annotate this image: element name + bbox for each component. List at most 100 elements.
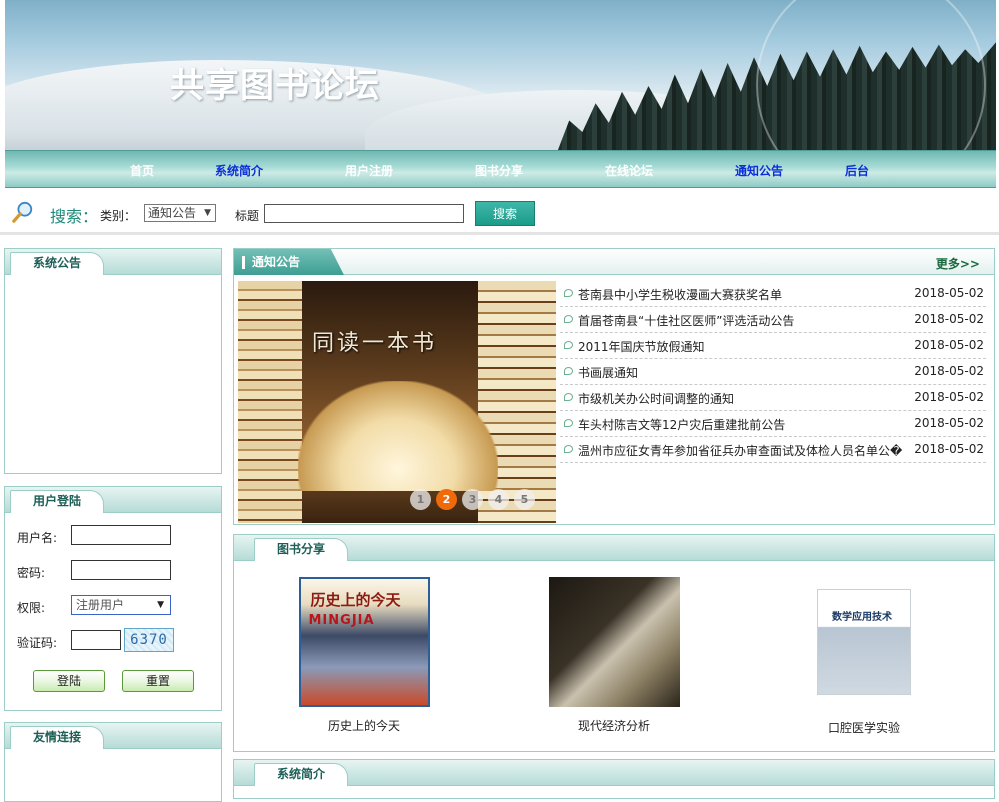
banner-swirl [756,0,986,150]
captcha-image[interactable]: 6370 [124,628,174,652]
book-cover[interactable]: 历史上的今天 MINGJIA [298,577,430,707]
system-intro-panel: 系统简介 [233,759,995,799]
speech-bubble-icon [564,341,573,349]
speech-bubble-icon [564,445,573,453]
more-link[interactable]: 更多>> [936,255,980,272]
category-select-value: 通知公告 [148,206,197,220]
slider-page-4[interactable]: 4 [488,489,509,510]
panel-title: 系统公告 [10,252,105,275]
panel-title: 通知公告 [234,249,344,275]
nav-book-share[interactable]: 图书分享 [475,162,523,179]
notice-title[interactable]: 温州市应征女青年参加省征兵办审查面试及体检人员名单公� [578,442,912,459]
panel-header: 系统简介 [234,760,994,786]
list-item: 苍南县中小学生税收漫画大赛获奖名单 2018-05-02 [560,281,986,307]
notice-title[interactable]: 市级机关办公时间调整的通知 [578,390,912,407]
notice-title[interactable]: 车头村陈吉文等12户灾后重建批前公告 [578,416,912,433]
panel-title: 用户登陆 [10,490,105,513]
reset-button[interactable]: 重置 [122,670,194,692]
site-title: 共享图书论坛 [170,66,380,106]
slider-bookshelf-left [238,281,302,523]
slider-open-book [298,381,498,491]
username-input[interactable] [71,525,171,545]
notice-date: 2018-05-02 [914,286,984,300]
notice-date: 2018-05-02 [914,312,984,326]
slider-page-2[interactable]: 2 [436,489,457,510]
nav-admin[interactable]: 后台 [845,162,869,179]
list-item: 首届苍南县“十佳社区医师”评选活动公告 2018-05-02 [560,307,986,333]
panel-title: 友情连接 [10,726,105,749]
slider-page-3[interactable]: 3 [462,489,483,510]
book-card[interactable]: 现代经济分析 [524,577,704,734]
panel-header: 图书分享 [234,535,994,561]
friend-links-panel: 友情连接 [4,722,222,802]
speech-bubble-icon [564,315,573,323]
notice-title[interactable]: 首届苍南县“十佳社区医师”评选活动公告 [578,312,912,329]
list-item: 车头村陈吉文等12户灾后重建批前公告 2018-05-02 [560,411,986,437]
book-cover[interactable]: 数学应用技术 [817,589,911,695]
book-card[interactable]: 历史上的今天 MINGJIA 历史上的今天 [274,577,454,734]
password-label: 密码: [17,566,46,580]
notice-title[interactable]: 书画展通知 [578,364,912,381]
login-panel: 用户登陆 用户名: 密码: 权限: 注册用户 ▼ 验证码: 6370 登陆 重置 [4,486,222,711]
book-name[interactable]: 口腔医学实验 [774,719,954,736]
speech-bubble-icon [564,367,573,375]
nav-register[interactable]: 用户注册 [345,162,393,179]
role-label: 权限: [17,601,46,615]
cover-title: 数学应用技术 [832,612,892,623]
cover-title: 历史上的今天 [310,591,401,609]
notice-date: 2018-05-02 [914,390,984,404]
notice-title[interactable]: 2011年国庆节放假通知 [578,338,912,355]
title-label: 标题 [235,209,260,223]
book-share-panel: 图书分享 历史上的今天 MINGJIA 历史上的今天 现代经济分析 数学应用技术… [233,534,995,752]
slider-page-5[interactable]: 5 [514,489,535,510]
chevron-down-icon: ▼ [204,208,211,218]
search-label: 搜索： [50,207,99,226]
book-cover[interactable] [548,577,680,707]
system-notice-panel: 系统公告 [4,248,222,474]
list-item: 温州市应征女青年参加省征兵办审查面试及体检人员名单公� 2018-05-02 [560,437,986,463]
speech-bubble-icon [564,393,573,401]
list-item: 2011年国庆节放假通知 2018-05-02 [560,333,986,359]
login-button[interactable]: 登陆 [33,670,105,692]
category-select[interactable]: 通知公告 ▼ [144,204,216,222]
main-nav: 首页 系统简介 用户注册 图书分享 在线论坛 通知公告 后台 [5,150,996,188]
notice-date: 2018-05-02 [914,338,984,352]
chevron-down-icon: ▼ [157,600,164,610]
book-name[interactable]: 现代经济分析 [524,717,704,734]
panel-header: 友情连接 [5,723,221,749]
list-item: 书画展通知 2018-05-02 [560,359,986,385]
captcha-input[interactable] [71,630,121,650]
slider-caption: 同读一本书 [312,331,438,356]
title-search-input[interactable] [264,204,464,223]
site-banner: 共享图书论坛 [5,0,996,150]
notice-date: 2018-05-02 [914,442,984,456]
notice-title[interactable]: 苍南县中小学生税收漫画大赛获奖名单 [578,286,912,303]
role-select-value: 注册用户 [76,598,125,612]
magnifier-icon [12,201,33,223]
slider-pagination: 12345 [410,489,540,510]
password-input[interactable] [71,560,171,580]
notice-list: 苍南县中小学生税收漫画大赛获奖名单 2018-05-02 首届苍南县“十佳社区医… [560,281,986,463]
book-name[interactable]: 历史上的今天 [274,717,454,734]
panel-header: 系统公告 [5,249,221,275]
panel-header: 用户登陆 [5,487,221,513]
notice-date: 2018-05-02 [914,416,984,430]
search-button[interactable]: 搜索 [475,201,535,226]
role-select[interactable]: 注册用户 ▼ [71,595,171,615]
nav-notices[interactable]: 通知公告 [735,162,783,179]
captcha-label: 验证码: [17,636,58,650]
speech-bubble-icon [564,289,573,297]
panel-header: 通知公告 更多>> [234,249,994,275]
nav-home[interactable]: 首页 [130,162,154,179]
book-card[interactable]: 数学应用技术 口腔医学实验 [774,577,954,736]
panel-title: 系统简介 [254,763,349,786]
list-item: 市级机关办公时间调整的通知 2018-05-02 [560,385,986,411]
image-slider[interactable]: 同读一本书 12345 [238,281,556,523]
slider-page-1[interactable]: 1 [410,489,431,510]
nav-intro[interactable]: 系统简介 [215,162,263,179]
notice-date: 2018-05-02 [914,364,984,378]
nav-forum[interactable]: 在线论坛 [605,162,653,179]
notice-panel: 通知公告 更多>> 同读一本书 12345 苍南县中小学生税收漫画大赛获奖名单 … [233,248,995,525]
username-label: 用户名: [17,531,58,545]
category-label: 类别： [100,209,137,223]
